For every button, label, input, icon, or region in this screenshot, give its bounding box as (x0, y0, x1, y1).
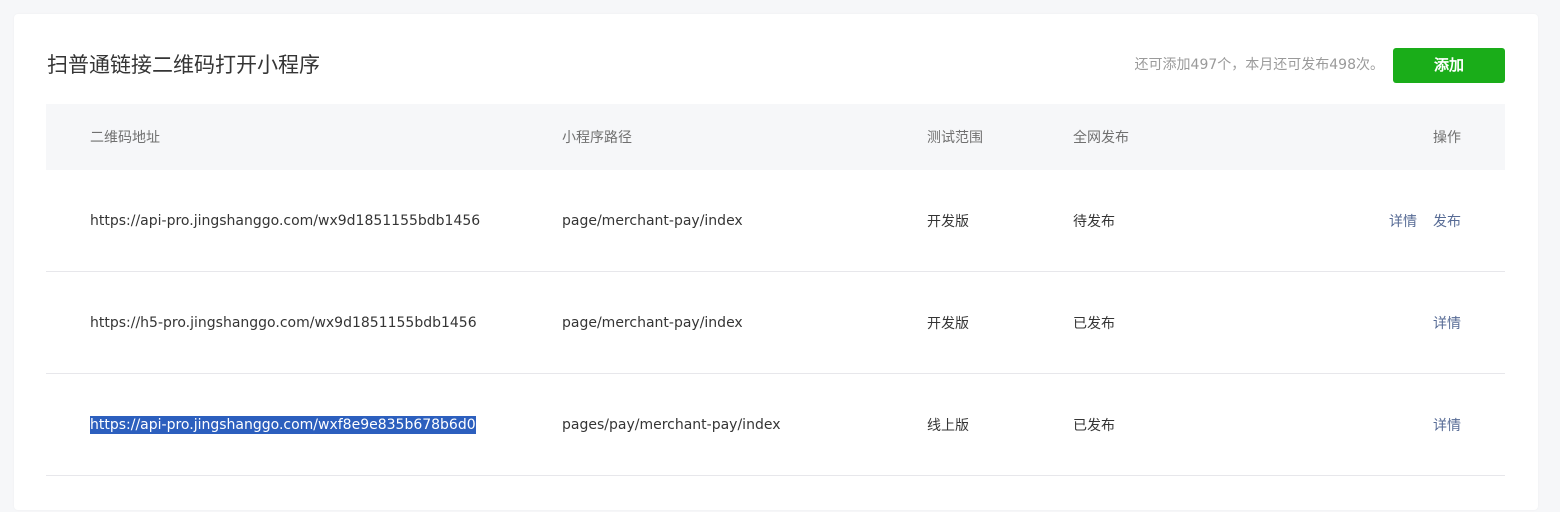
rules-card: 扫普通链接二维码打开小程序 还可添加497个，本月还可发布498次。 添加 二维… (14, 14, 1538, 510)
publish-link[interactable]: 发布 (1433, 211, 1461, 231)
table-row: https://api-pro.jingshanggo.com/wxf8e9e8… (46, 374, 1505, 476)
qr-url-selected: https://api-pro.jingshanggo.com/wxf8e9e8… (90, 415, 476, 434)
column-header-path: 小程序路径 (562, 130, 632, 146)
test-scope: 线上版 (927, 417, 969, 434)
table-row: https://api-pro.jingshanggo.com/wx9d1851… (46, 170, 1505, 272)
detail-link[interactable]: 详情 (1433, 313, 1461, 333)
column-header-scope: 测试范围 (927, 130, 983, 146)
table-header: 二维码地址 小程序路径 测试范围 全网发布 操作 (46, 104, 1505, 170)
table-row: https://h5-pro.jingshanggo.com/wx9d18511… (46, 272, 1505, 374)
rules-table: 二维码地址 小程序路径 测试范围 全网发布 操作 https://api-pro… (46, 104, 1505, 476)
publish-status: 待发布 (1073, 213, 1115, 230)
test-scope: 开发版 (927, 315, 969, 332)
quota-text: 还可添加497个，本月还可发布498次。 (1134, 57, 1384, 73)
column-header-actions: 操作 (1433, 130, 1461, 146)
publish-status: 已发布 (1073, 417, 1115, 434)
miniprogram-path: page/merchant-pay/index (562, 314, 743, 331)
column-header-publish: 全网发布 (1073, 130, 1129, 146)
detail-link[interactable]: 详情 (1433, 415, 1461, 435)
page-title: 扫普通链接二维码打开小程序 (47, 53, 320, 77)
miniprogram-path: pages/pay/merchant-pay/index (562, 416, 781, 433)
miniprogram-path: page/merchant-pay/index (562, 212, 743, 229)
qr-url: https://api-pro.jingshanggo.com/wx9d1851… (90, 212, 481, 229)
add-button[interactable]: 添加 (1393, 48, 1505, 83)
column-header-url: 二维码地址 (90, 130, 160, 146)
publish-status: 已发布 (1073, 315, 1115, 332)
detail-link[interactable]: 详情 (1389, 211, 1417, 231)
test-scope: 开发版 (927, 213, 969, 230)
qr-url: https://h5-pro.jingshanggo.com/wx9d18511… (90, 314, 477, 331)
